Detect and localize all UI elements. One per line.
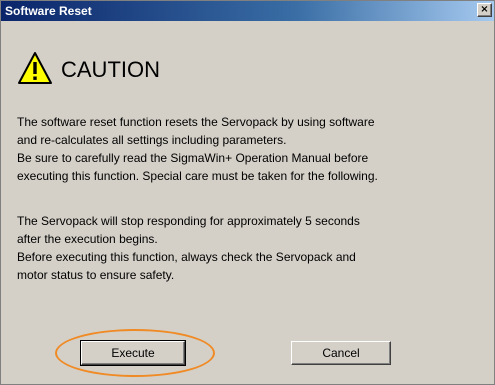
description-line: executing this function. Special care mu… [17,169,378,183]
warning-triangle-icon [18,52,52,84]
reset-warning: The Servopack will stop responding for a… [17,212,487,284]
description-line: Be sure to carefully read the SigmaWin+ … [17,151,369,165]
window-title: Software Reset [5,4,92,18]
software-reset-dialog: Software Reset × CAUTION The software re… [0,0,495,385]
description-line: and re-calculates all settings including… [17,133,287,147]
warning-line: Before executing this function, always c… [17,250,356,264]
close-icon: × [480,4,489,15]
execute-button[interactable]: Execute [80,340,186,366]
caution-heading: CAUTION [61,57,160,82]
reset-description: The software reset function resets the S… [17,113,487,185]
warning-line: The Servopack will stop responding for a… [17,214,360,228]
description-line: The software reset function resets the S… [17,115,375,129]
warning-line: after the execution begins. [17,232,158,246]
title-bar[interactable]: Software Reset × [1,1,494,21]
warning-line: motor status to ensure safety. [17,268,175,282]
cancel-button[interactable]: Cancel [291,341,391,365]
close-button[interactable]: × [477,3,492,17]
